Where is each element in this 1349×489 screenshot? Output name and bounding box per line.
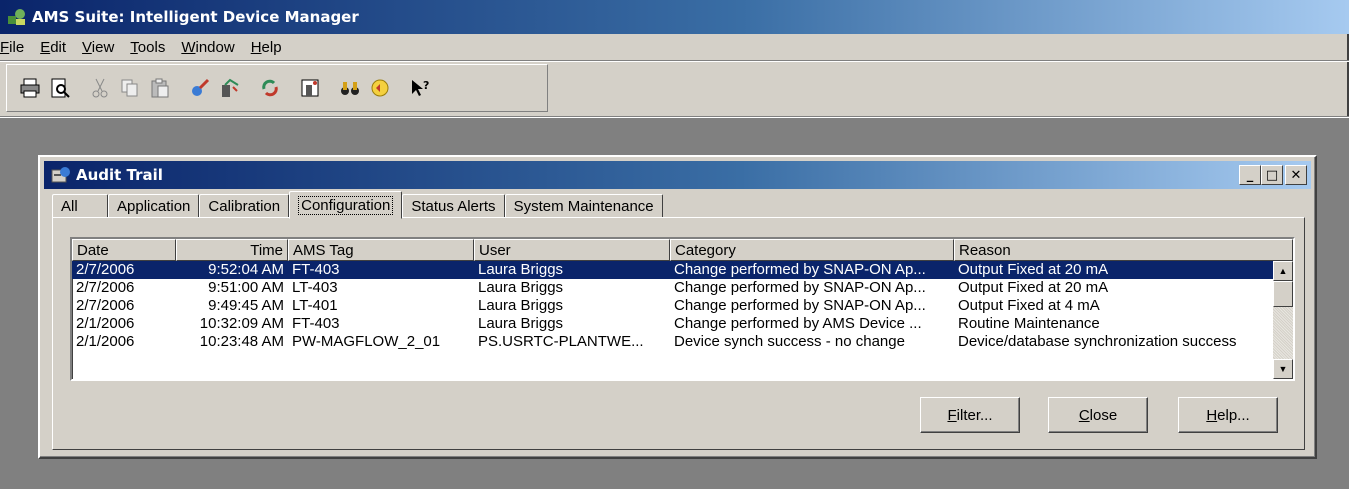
menu-help[interactable]: Help xyxy=(251,39,290,56)
copy-icon[interactable] xyxy=(117,75,143,101)
cell-user: PS.USRTC-PLANTWE... xyxy=(478,333,644,350)
device-tag-icon[interactable] xyxy=(297,75,323,101)
cell-date: 2/1/2006 xyxy=(76,315,135,332)
cell-category: Change performed by SNAP-ON Ap... xyxy=(674,279,926,296)
cell-reason: Device/database synchronization success xyxy=(958,333,1237,350)
audit-trail-title: Audit Trail xyxy=(76,166,163,184)
cell-date: 2/7/2006 xyxy=(76,261,135,278)
toolbar: ? xyxy=(6,64,548,112)
audit-tabs: All Application Calibration Configuratio… xyxy=(52,191,663,219)
cell-reason: Output Fixed at 20 mA xyxy=(958,279,1109,296)
cell-ams-tag: FT-403 xyxy=(292,315,340,332)
cell-ams-tag: FT-403 xyxy=(292,261,340,278)
cell-date: 2/7/2006 xyxy=(76,279,135,296)
cut-icon[interactable] xyxy=(87,75,113,101)
cell-time: 10:23:48 AM xyxy=(199,333,284,350)
audit-list[interactable]: Date Time AMS Tag User Category Reason 2… xyxy=(70,237,1295,381)
cell-user: Laura Briggs xyxy=(478,297,564,314)
toolbar-separator xyxy=(0,60,1349,62)
print-icon[interactable] xyxy=(17,75,43,101)
scroll-thumb[interactable] xyxy=(1273,281,1293,307)
cell-category: Change performed by AMS Device ... xyxy=(674,315,922,332)
help-button[interactable]: Help... xyxy=(1178,397,1278,433)
audit-trail-window: Audit Trail _ □ ✕ All Application Calibr… xyxy=(38,155,1317,459)
tab-status-alerts[interactable]: Status Alerts xyxy=(402,194,505,218)
cell-reason: Output Fixed at 20 mA xyxy=(958,261,1109,278)
cell-reason: Output Fixed at 4 mA xyxy=(958,297,1100,314)
menu-tools[interactable]: Tools xyxy=(130,39,173,56)
tab-configuration[interactable]: Configuration xyxy=(289,191,403,219)
close-icon[interactable]: ✕ xyxy=(1285,165,1307,185)
tab-all[interactable]: All xyxy=(52,194,108,218)
menu-edit[interactable]: Edit xyxy=(40,39,74,56)
column-time[interactable]: Time xyxy=(176,239,288,261)
cell-date: 2/7/2006 xyxy=(76,297,135,314)
print-preview-icon[interactable] xyxy=(47,75,73,101)
column-date[interactable]: Date xyxy=(72,239,176,261)
scroll-down-icon[interactable]: ▼ xyxy=(1273,359,1293,379)
device-explorer-icon[interactable] xyxy=(217,75,243,101)
table-row[interactable]: 2/7/2006 9:51:00 AM LT-403 Laura Briggs … xyxy=(72,279,1293,297)
cell-date: 2/1/2006 xyxy=(76,333,135,350)
cell-reason: Routine Maintenance xyxy=(958,315,1100,332)
cell-time: 9:51:00 AM xyxy=(208,279,284,296)
minimize-icon[interactable]: _ xyxy=(1239,165,1261,185)
app-titlebar[interactable]: AMS Suite: Intelligent Device Manager xyxy=(0,0,1349,34)
cell-category: Device synch success - no change xyxy=(674,333,905,350)
tab-system-maintenance[interactable]: System Maintenance xyxy=(504,194,663,218)
cell-user: Laura Briggs xyxy=(478,315,564,332)
filter-button[interactable]: Filter... xyxy=(920,397,1020,433)
column-category[interactable]: Category xyxy=(670,239,954,261)
alert-monitor-icon[interactable] xyxy=(367,75,393,101)
column-ams-tag[interactable]: AMS Tag xyxy=(288,239,474,261)
table-row[interactable]: 2/7/2006 9:52:04 AM FT-403 Laura Briggs … xyxy=(72,261,1293,279)
device-connect-icon[interactable] xyxy=(187,75,213,101)
cell-time: 10:32:09 AM xyxy=(199,315,284,332)
menubar: File Edit View Tools Window Help xyxy=(0,34,1349,60)
column-reason[interactable]: Reason xyxy=(954,239,1293,261)
menu-window[interactable]: Window xyxy=(181,39,242,56)
column-user[interactable]: User xyxy=(474,239,670,261)
context-help-icon[interactable]: ? xyxy=(407,75,433,101)
svg-text:?: ? xyxy=(423,79,429,92)
cell-user: Laura Briggs xyxy=(478,279,564,296)
cell-user: Laura Briggs xyxy=(478,261,564,278)
ams-app-icon xyxy=(6,6,28,28)
cell-ams-tag: LT-401 xyxy=(292,297,338,314)
table-row[interactable]: 2/1/2006 10:32:09 AM FT-403 Laura Briggs… xyxy=(72,315,1293,333)
app-window: AMS Suite: Intelligent Device Manager Fi… xyxy=(0,0,1349,489)
cell-time: 9:52:04 AM xyxy=(208,261,284,278)
close-button[interactable]: Close xyxy=(1048,397,1148,433)
scroll-up-icon[interactable]: ▲ xyxy=(1273,261,1293,281)
audit-trail-icon xyxy=(50,164,72,186)
maximize-icon[interactable]: □ xyxy=(1261,165,1283,185)
table-row[interactable]: 2/1/2006 10:23:48 AM PW-MAGFLOW_2_01 PS.… xyxy=(72,333,1293,351)
app-title: AMS Suite: Intelligent Device Manager xyxy=(32,8,359,26)
cell-category: Change performed by SNAP-ON Ap... xyxy=(674,297,926,314)
refresh-icon[interactable] xyxy=(257,75,283,101)
menu-view[interactable]: View xyxy=(82,39,122,56)
cell-ams-tag: LT-403 xyxy=(292,279,338,296)
cell-ams-tag: PW-MAGFLOW_2_01 xyxy=(292,333,441,350)
window-controls: _ □ ✕ xyxy=(1239,165,1307,185)
cell-time: 9:49:45 AM xyxy=(208,297,284,314)
tab-application[interactable]: Application xyxy=(108,194,200,218)
audit-trail-titlebar[interactable]: Audit Trail _ □ ✕ xyxy=(44,161,1311,189)
binoculars-icon[interactable] xyxy=(337,75,363,101)
vertical-scrollbar[interactable]: ▲ ▼ xyxy=(1273,261,1293,379)
table-row[interactable]: 2/7/2006 9:49:45 AM LT-401 Laura Briggs … xyxy=(72,297,1293,315)
menu-file[interactable]: File xyxy=(0,39,32,56)
paste-icon[interactable] xyxy=(147,75,173,101)
tab-calibration[interactable]: Calibration xyxy=(199,194,290,218)
cell-category: Change performed by SNAP-ON Ap... xyxy=(674,261,926,278)
list-header: Date Time AMS Tag User Category Reason xyxy=(72,239,1293,261)
